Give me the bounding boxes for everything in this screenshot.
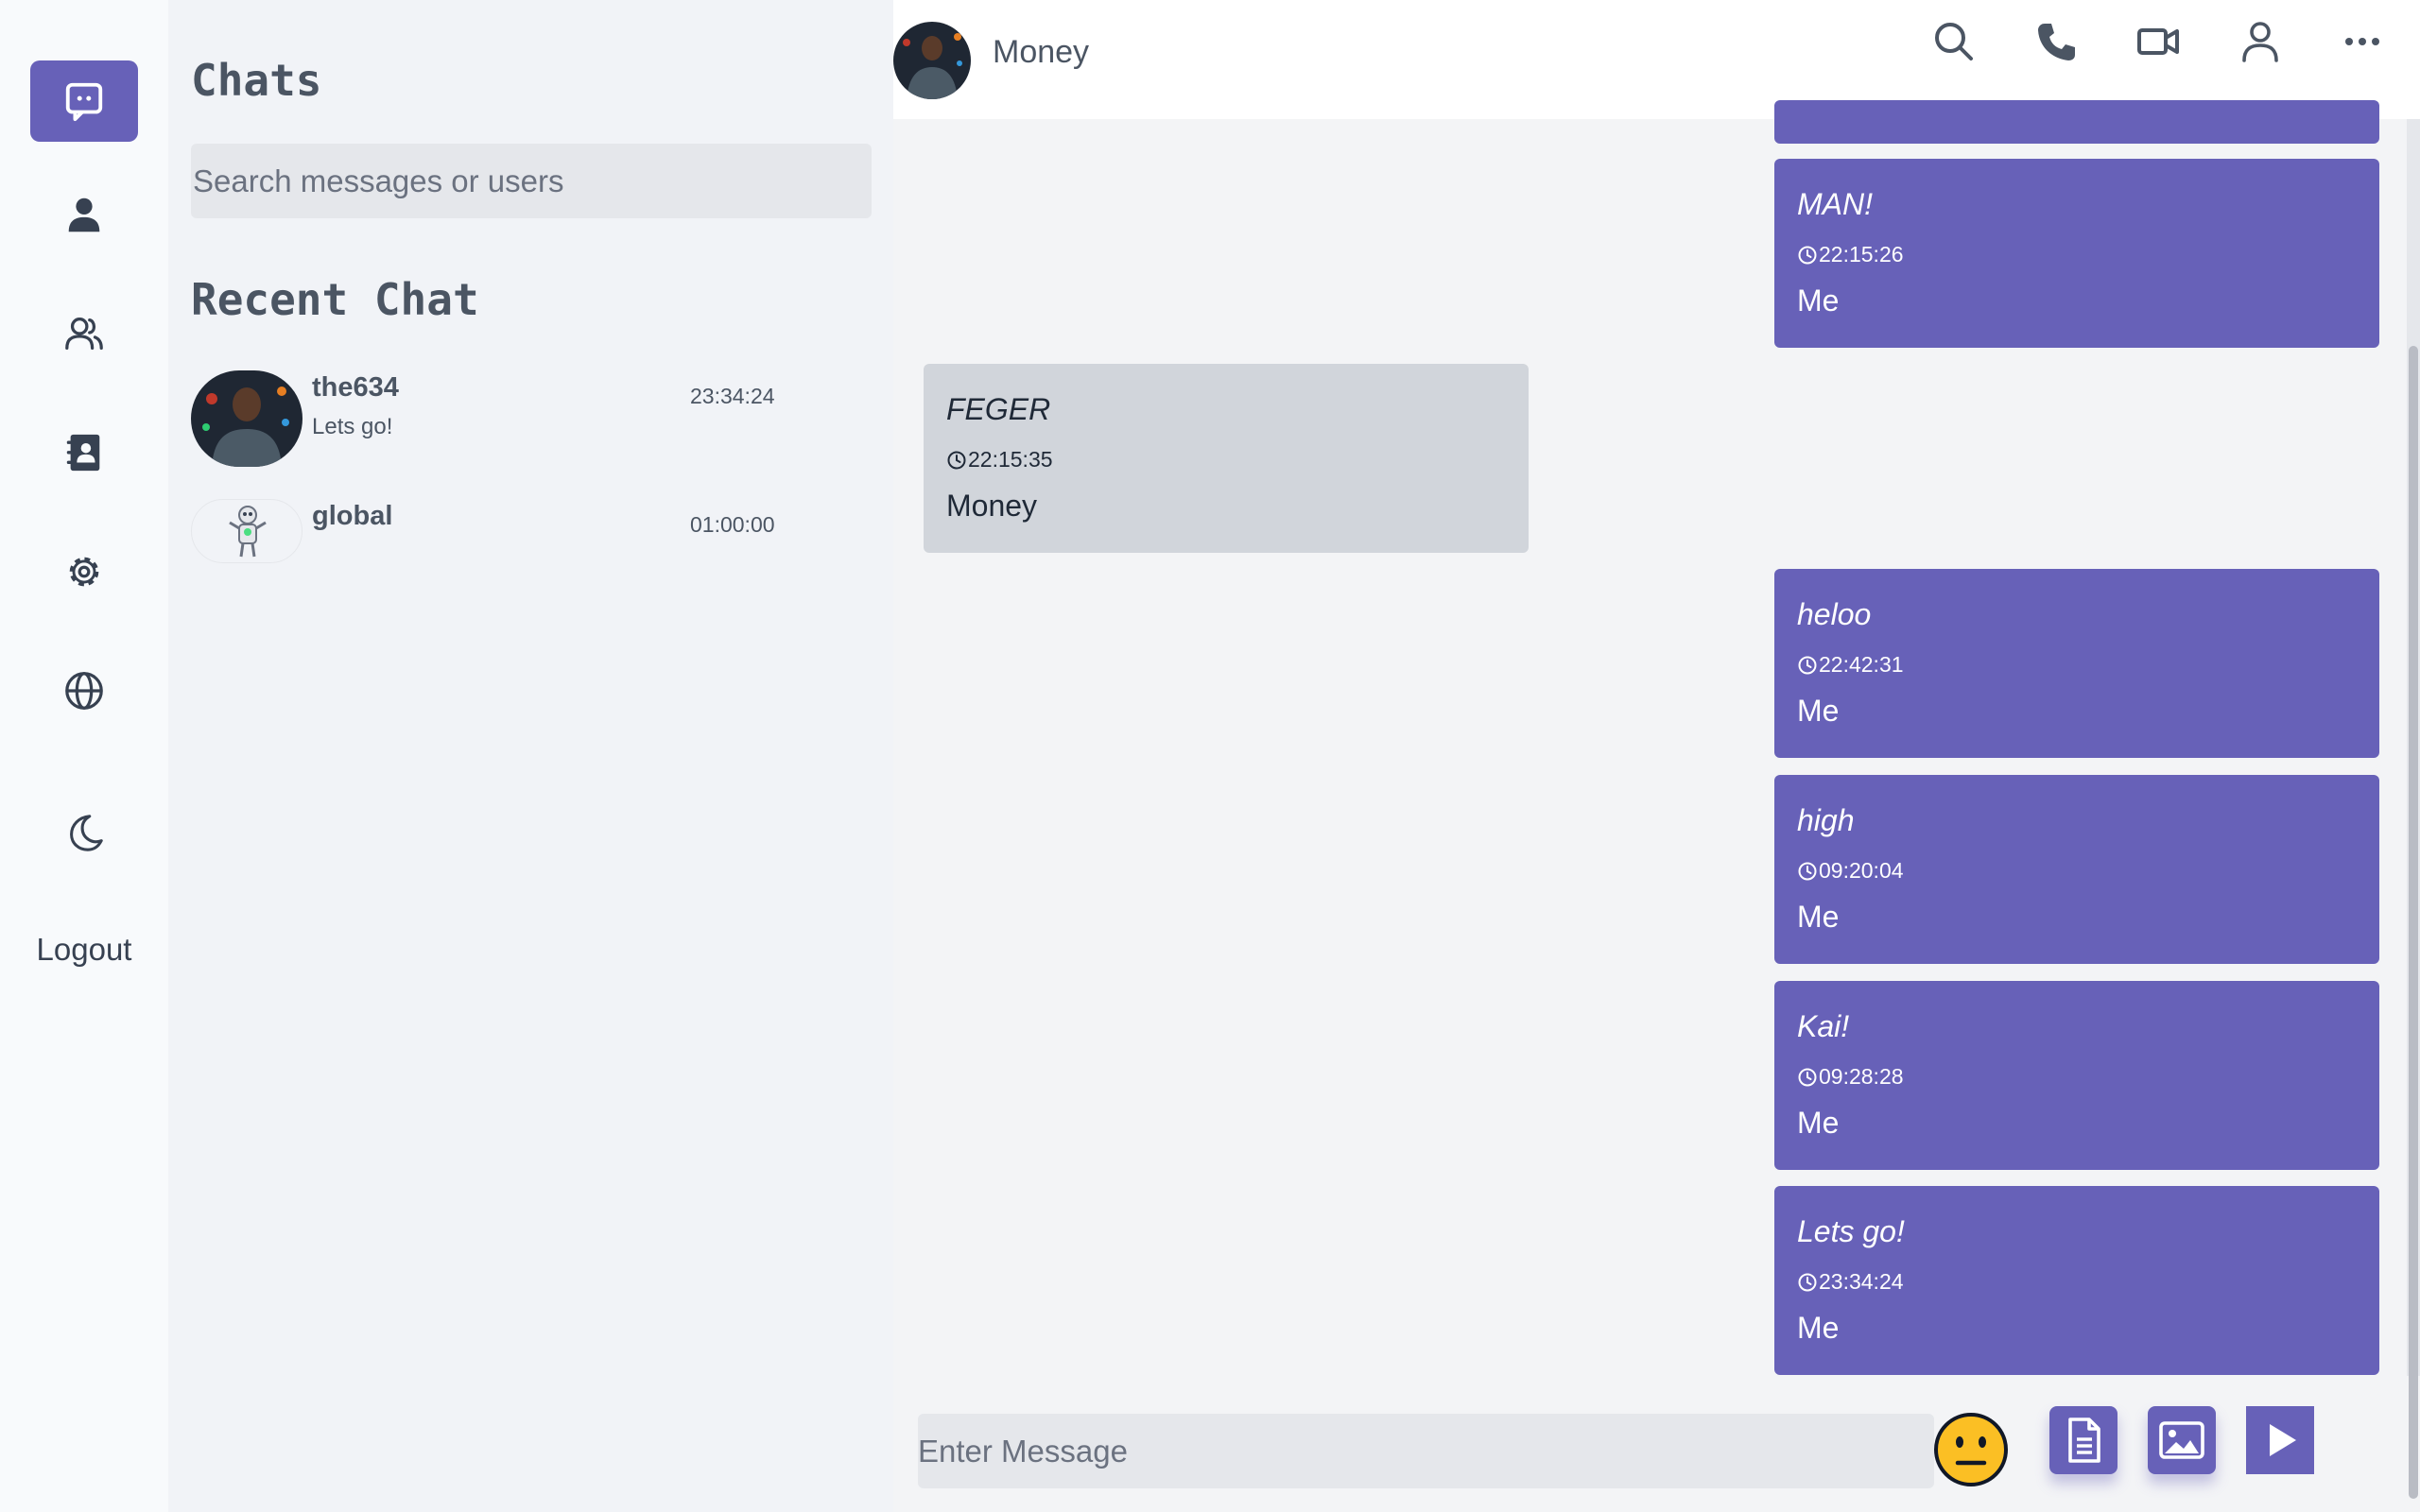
- message-time: 23:34:24: [1797, 1269, 1904, 1295]
- chat-list-item[interactable]: global 01:00:00: [191, 499, 872, 603]
- nav-groups-button[interactable]: [30, 293, 138, 374]
- message-sender: Me: [1797, 694, 1840, 728]
- chats-title: Chats: [191, 55, 322, 106]
- message-time: 09:28:28: [1797, 1064, 1904, 1090]
- chat-icon: [65, 82, 103, 122]
- message-time: 22:15:26: [1797, 242, 1904, 267]
- message-text: FEGER: [946, 392, 1051, 426]
- more-icon[interactable]: [2340, 19, 2385, 64]
- image-icon: [2159, 1421, 2204, 1459]
- message-time: 22:42:31: [1797, 652, 1904, 678]
- message-sender: Money: [946, 489, 1038, 523]
- message-sender: Me: [1797, 284, 1840, 318]
- message-time: 22:15:35: [946, 447, 1053, 472]
- message-bubble: Kai! 09:28:28 Me: [1774, 981, 2379, 1170]
- message-time-text: 09:28:28: [1819, 1064, 1904, 1089]
- users-icon: [65, 318, 103, 350]
- message-text: heloo: [1797, 597, 1872, 631]
- message-time-text: 22:15:35: [968, 447, 1053, 472]
- phone-icon[interactable]: [2033, 19, 2079, 64]
- nav-contacts-button[interactable]: [30, 412, 138, 493]
- message-scrollbar[interactable]: [2407, 119, 2420, 1499]
- conversation-area: Money MAN! 22:15:26 Me FEGER 22:15:35 Mo…: [893, 0, 2420, 1512]
- avatar[interactable]: [893, 22, 971, 99]
- chat-name: the634: [312, 372, 399, 403]
- chat-app: Logout Chats Recent Chat the634 Lets go!…: [0, 0, 2420, 1512]
- globe-icon: [65, 672, 103, 710]
- avatar: [191, 370, 302, 467]
- message-bubble: high 09:20:04 Me: [1774, 775, 2379, 964]
- video-icon[interactable]: [2135, 19, 2181, 64]
- message-bubble-partial: [1774, 100, 2379, 144]
- clock-icon: [1798, 656, 1817, 674]
- message-bubble: FEGER 22:15:35 Money: [924, 364, 1529, 553]
- nav-settings-button[interactable]: [30, 531, 138, 612]
- nav-chats-button[interactable]: [30, 60, 138, 142]
- message-text: Lets go!: [1797, 1214, 1905, 1248]
- recent-chat-title: Recent Chat: [191, 274, 479, 325]
- clock-icon: [1798, 862, 1817, 880]
- profile-icon[interactable]: [2238, 19, 2283, 64]
- clock-icon: [1798, 1068, 1817, 1086]
- icon-sidebar: Logout: [0, 0, 168, 1512]
- message-time: 09:20:04: [1797, 858, 1904, 884]
- search-input[interactable]: [191, 144, 872, 218]
- logout-link[interactable]: Logout: [0, 932, 168, 968]
- document-icon: [2068, 1418, 2100, 1463]
- nav-profile-button[interactable]: [30, 174, 138, 255]
- send-icon: [2270, 1424, 2296, 1456]
- settings-icon: [69, 557, 99, 587]
- message-sender: Me: [1797, 1311, 1840, 1345]
- avatar: [191, 499, 302, 563]
- message-time-text: 22:42:31: [1819, 652, 1904, 677]
- moon-icon: [70, 815, 103, 851]
- message-bubble: Lets go! 23:34:24 Me: [1774, 1186, 2379, 1375]
- chat-time: 01:00:00: [690, 512, 775, 537]
- emoji-icon[interactable]: [1933, 1412, 2009, 1487]
- message-time-text: 09:20:04: [1819, 858, 1904, 883]
- message-bubble: heloo 22:42:31 Me: [1774, 569, 2379, 758]
- attach-file-button[interactable]: [2049, 1406, 2118, 1474]
- attach-image-button[interactable]: [2148, 1406, 2216, 1474]
- message-text: MAN!: [1797, 187, 1873, 221]
- contacts-icon: [66, 434, 100, 472]
- message-time-text: 23:34:24: [1819, 1269, 1904, 1294]
- nav-language-button[interactable]: [30, 650, 138, 731]
- chat-name: global: [312, 501, 393, 531]
- message-bubble: MAN! 22:15:26 Me: [1774, 159, 2379, 348]
- scrollbar-thumb[interactable]: [2409, 346, 2418, 1499]
- message-sender: Me: [1797, 900, 1840, 934]
- contact-name: Money: [993, 34, 1090, 70]
- chat-time: 23:34:24: [690, 384, 775, 408]
- message-sender: Me: [1797, 1106, 1840, 1140]
- send-button[interactable]: [2246, 1406, 2314, 1474]
- clock-icon: [1798, 246, 1817, 264]
- chats-panel: Chats Recent Chat the634 Lets go! 23:34:…: [168, 0, 893, 1512]
- user-icon: [68, 198, 100, 232]
- clock-icon: [1798, 1273, 1817, 1291]
- message-input[interactable]: [918, 1414, 1934, 1488]
- chat-list-item[interactable]: the634 Lets go! 23:34:24: [191, 370, 872, 474]
- theme-toggle-button[interactable]: [30, 792, 138, 873]
- message-text: high: [1797, 803, 1855, 837]
- message-time-text: 22:15:26: [1819, 242, 1904, 266]
- chat-preview: Lets go!: [312, 414, 393, 439]
- robot-icon: [229, 506, 267, 558]
- clock-icon: [947, 451, 966, 469]
- search-icon[interactable]: [1931, 19, 1977, 64]
- message-text: Kai!: [1797, 1009, 1850, 1043]
